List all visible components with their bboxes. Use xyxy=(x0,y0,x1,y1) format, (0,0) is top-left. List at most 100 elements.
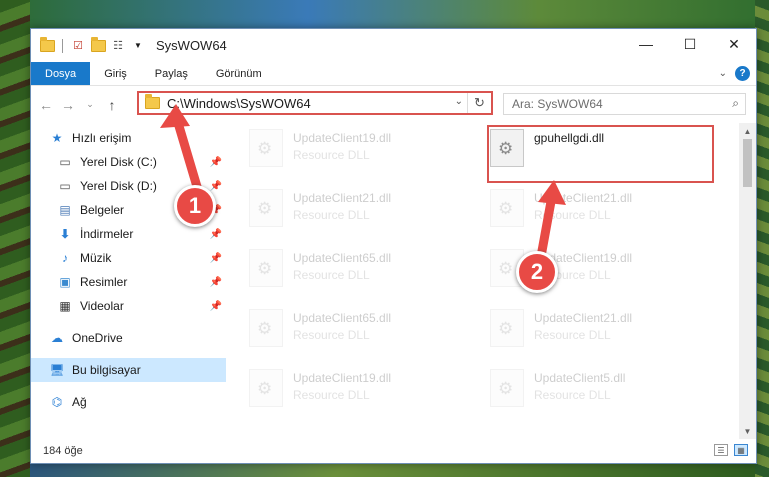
file-name: UpdateClient65.dll xyxy=(293,311,392,325)
file-item[interactable]: UpdateClient21.dll Resource DLL xyxy=(249,189,479,237)
maximize-button[interactable]: ☐ xyxy=(668,29,712,59)
step-badge-1: 1 xyxy=(174,185,216,227)
help-icon[interactable]: ? xyxy=(735,66,750,81)
chevron-down-icon[interactable]: ⌄ xyxy=(455,96,463,107)
folder-icon xyxy=(145,94,160,109)
dll-file-icon xyxy=(249,189,283,227)
tab-file[interactable]: Dosya xyxy=(31,62,91,85)
search-box[interactable]: ⌕ xyxy=(503,93,746,115)
cloud-icon: ☁ xyxy=(51,331,63,345)
window-title: SysWOW64 xyxy=(156,38,227,53)
status-bar: 184 öğe ☰ ▦ xyxy=(31,439,756,463)
tab-home[interactable]: Giriş xyxy=(90,62,141,85)
scroll-down-icon[interactable]: ▼ xyxy=(739,423,756,439)
nav-label: Müzik xyxy=(80,251,112,265)
file-type: Resource DLL xyxy=(534,328,611,342)
properties-icon[interactable]: ☑ xyxy=(70,38,86,54)
pin-icon[interactable]: 📌 xyxy=(210,229,222,240)
download-icon: ⬇ xyxy=(59,227,71,241)
chevron-down-icon[interactable]: ▼ xyxy=(130,38,146,54)
item-count: 184 öğe xyxy=(43,445,83,457)
pin-icon[interactable]: 📌 xyxy=(210,181,222,192)
dll-file-icon xyxy=(249,129,283,167)
nav-label: Ağ xyxy=(72,395,87,409)
pin-icon[interactable]: 📌 xyxy=(210,301,222,312)
star-icon: ★ xyxy=(51,131,63,145)
new-folder-icon[interactable] xyxy=(90,36,106,54)
nav-item-videos[interactable]: ▦ Videolar 📌 xyxy=(31,294,226,318)
forward-icon[interactable]: → xyxy=(57,97,79,113)
file-type: Resource DLL xyxy=(293,328,370,342)
file-type: Resource DLL xyxy=(293,148,370,162)
address-row: ← → ⌄ ↑ C:\Windows\SysWOW64 ⌄ ↻ ⌕ xyxy=(31,86,756,123)
window-controls: — ☐ ✕ xyxy=(624,29,756,59)
drive-icon: ▭ xyxy=(59,155,71,169)
file-type: Resource DLL xyxy=(534,388,611,402)
up-icon[interactable]: ↑ xyxy=(101,97,123,113)
file-name: UpdateClient19.dll xyxy=(293,131,392,145)
music-icon: ♪ xyxy=(62,251,68,265)
title-bar: ☑ ☷ ▼ SysWOW64 — ☐ ✕ xyxy=(31,29,756,62)
dll-file-icon xyxy=(490,309,524,347)
tiles-view-icon[interactable]: ▦ xyxy=(734,444,748,456)
file-item[interactable]: UpdateClient19.dll Resource DLL xyxy=(249,129,479,177)
customize-toolbar-icon[interactable]: ☷ xyxy=(110,38,126,54)
tab-view[interactable]: Görünüm xyxy=(202,62,276,85)
nav-network[interactable]: ⌬ Ağ xyxy=(31,390,226,414)
nav-this-pc[interactable]: 🖥 Bu bilgisayar xyxy=(31,358,226,382)
pin-icon[interactable]: 📌 xyxy=(210,277,222,288)
details-view-icon[interactable]: ☰ xyxy=(714,444,728,456)
expand-ribbon-icon[interactable]: ⌄ xyxy=(719,68,727,79)
file-type: Resource DLL xyxy=(293,388,370,402)
nav-item-local-disk-c[interactable]: ▭ Yerel Disk (C:) 📌 xyxy=(31,150,226,174)
nav-label: Resimler xyxy=(80,275,128,289)
navigation-pane: ★ Hızlı erişim ▭ Yerel Disk (C:) 📌 ▭ Yer… xyxy=(31,123,226,439)
minimize-button[interactable]: — xyxy=(624,29,668,59)
pin-icon[interactable]: 📌 xyxy=(210,253,222,264)
nav-label: Hızlı erişim xyxy=(72,131,132,145)
file-item[interactable]: UpdateClient65.dll Resource DLL xyxy=(249,309,479,357)
view-buttons: ☰ ▦ xyxy=(714,444,748,456)
vertical-scrollbar[interactable]: ▲ ▼ xyxy=(739,123,756,439)
file-item[interactable]: UpdateClient21.dll Resource DLL xyxy=(490,309,720,357)
recent-locations-icon[interactable]: ⌄ xyxy=(79,99,101,110)
tab-share[interactable]: Paylaş xyxy=(141,62,202,85)
desktop-background-top xyxy=(0,0,769,30)
address-path[interactable]: C:\Windows\SysWOW64 xyxy=(167,96,311,111)
scroll-up-icon[interactable]: ▲ xyxy=(739,123,756,139)
file-list: UpdateClient19.dll Resource DLL UpdateCli… xyxy=(226,123,756,439)
nav-item-pictures[interactable]: ▣ Resimler 📌 xyxy=(31,270,226,294)
nav-item-music[interactable]: ♪ Müzik 📌 xyxy=(31,246,226,270)
scrollbar-thumb[interactable] xyxy=(743,139,752,187)
toolbar-divider xyxy=(62,38,63,53)
dll-file-icon xyxy=(490,369,524,407)
nav-label: Yerel Disk (C:) xyxy=(80,155,157,169)
dll-file-icon xyxy=(490,189,524,227)
nav-label: Yerel Disk (D:) xyxy=(80,179,157,193)
file-item[interactable]: UpdateClient65.dll Resource DLL xyxy=(249,249,479,297)
ribbon-tabs: Dosya Giriş Paylaş Görünüm ⌄ ? xyxy=(31,62,756,86)
file-type: Resource DLL xyxy=(293,268,370,282)
nav-label: Videolar xyxy=(80,299,124,313)
address-bar[interactable]: C:\Windows\SysWOW64 ⌄ ↻ xyxy=(137,91,493,115)
dll-file-icon xyxy=(249,369,283,407)
nav-label: OneDrive xyxy=(72,331,123,345)
file-item[interactable]: UpdateClient5.dll Resource DLL xyxy=(490,369,720,417)
search-input[interactable] xyxy=(512,97,712,111)
search-icon[interactable]: ⌕ xyxy=(732,96,739,111)
ribbon-right-controls: ⌄ ? xyxy=(719,66,750,81)
folder-icon[interactable] xyxy=(39,36,55,54)
nav-onedrive[interactable]: ☁ OneDrive xyxy=(31,326,226,350)
file-item[interactable]: UpdateClient21.dll Resource DLL xyxy=(490,189,720,237)
desktop-background-left xyxy=(0,0,30,477)
pin-icon[interactable]: 📌 xyxy=(210,157,222,168)
step-badge-2: 2 xyxy=(516,251,558,293)
refresh-icon[interactable]: ↻ xyxy=(467,93,491,113)
file-item[interactable]: UpdateClient19.dll Resource DLL xyxy=(249,369,479,417)
pictures-icon: ▣ xyxy=(59,275,71,289)
close-button[interactable]: ✕ xyxy=(712,29,756,59)
back-icon[interactable]: ← xyxy=(35,97,57,113)
dll-file-icon xyxy=(249,249,283,287)
nav-quick-access[interactable]: ★ Hızlı erişim xyxy=(31,126,226,150)
network-icon: ⌬ xyxy=(51,395,63,409)
